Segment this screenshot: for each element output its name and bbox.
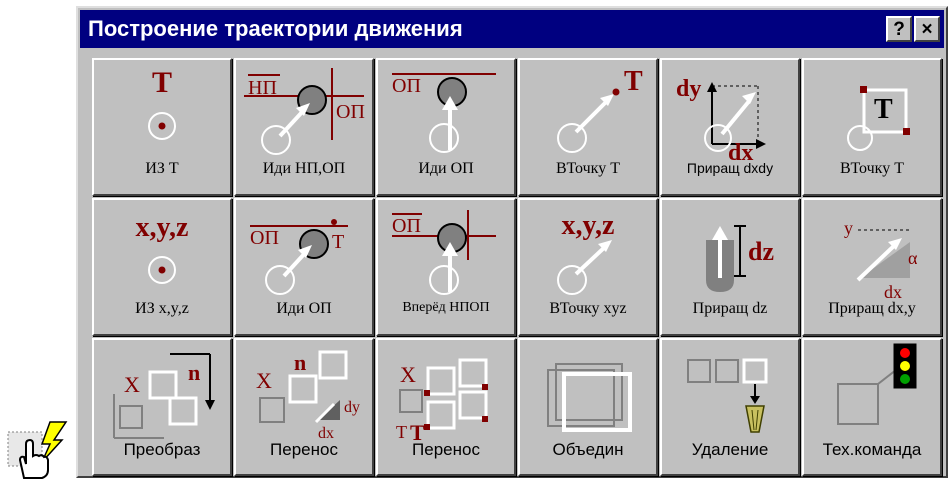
go-np-op-button[interactable]: НП ОП Иди НП,ОП [234,58,374,196]
button-label: Приращ dz [692,300,768,317]
svg-text:X: X [400,362,416,387]
merge-icon [547,363,632,432]
from-xyz-button[interactable]: x,y,z ИЗ x,y,z [92,198,232,336]
button-label: ВТочку xyz [549,300,627,317]
help-button[interactable]: ? [886,16,912,42]
go-np-op-icon: НП ОП [244,68,365,155]
increment-angle-icon: y α dx [844,218,918,300]
button-label: Приращ dxdy [686,160,774,176]
button-label: Приращ dx,y [828,300,916,317]
svg-text:x,y,z: x,y,z [562,210,615,241]
button-label: ИЗ Т [145,160,179,177]
to-point-xyz-icon: x,y,z [557,210,615,295]
to-point-t-button[interactable]: Т ВТочку Т [518,58,658,196]
increment-dxdy-icon: dy dx [676,76,766,160]
svg-text:dy: dy [676,76,701,102]
delete-button[interactable]: Удаление [660,338,800,476]
to-point-icon: Т [557,66,643,153]
button-label: Объедин [552,440,624,459]
button-label: Перенос [412,440,480,459]
increment-dxdy-button[interactable]: dy dx Приращ dxdy [660,58,800,196]
go-op-t-icon: ОП Т [250,219,348,295]
svg-text:Т: Т [874,94,893,125]
button-label: Иди ОП [418,160,474,177]
to-point-loop-icon: Т [847,86,910,151]
svg-text:n: n [294,350,306,375]
svg-text:Т: Т [332,231,344,253]
trajectory-dialog: Построение траектории движения ? × Т ИЗ … [76,6,948,478]
transform-icon: X n [113,353,215,439]
svg-text:α: α [908,248,918,268]
button-label: Преобраз [123,440,201,459]
go-op-icon: ОП [392,73,496,153]
go-op-t-button[interactable]: ОП Т Иди ОП [234,198,374,336]
point-target-icon: Т [148,66,176,140]
button-label: ВТочку Т [556,160,620,177]
move-points-icon: X Т Т [396,358,488,440]
button-label: Иди НП,ОП [262,160,346,177]
increment-dz-icon: dz [706,225,774,292]
button-label: Вперёд НПОП [402,300,490,315]
svg-text:dx: dx [728,140,753,160]
to-point-xyz-button[interactable]: x,y,z ВТочку xyz [518,198,658,336]
svg-text:Т: Т [624,66,643,97]
svg-text:x,y,z: x,y,z [136,212,189,243]
increment-dz-button[interactable]: dz Приращ dz [660,198,800,336]
button-label: Перенос [270,440,338,459]
button-label: ИЗ x,y,z [135,300,189,317]
forward-npop-button[interactable]: ОП Вперёд НПОП [376,198,516,336]
to-point-t-bold-button[interactable]: Т ВТочку Т [802,58,942,196]
svg-text:Т: Т [410,420,425,440]
close-button[interactable]: × [914,16,940,42]
delete-icon [687,358,768,433]
svg-text:X: X [256,368,272,393]
button-label: Удаление [691,440,769,459]
svg-text:dz: dz [748,237,774,266]
merge-button[interactable]: Объедин [518,338,658,476]
svg-text:ОП: ОП [336,101,365,123]
button-label: ВТочку Т [840,160,904,177]
svg-text:dx: dx [318,425,334,440]
move-increment-icon: X n dy dx [256,350,360,440]
move-increment-button[interactable]: X n dy dx Перенос [234,338,374,476]
forward-npop-icon: ОП [392,210,496,295]
svg-text:y: y [844,218,853,238]
svg-text:dx: dx [884,282,902,300]
hand-pointer-lightning-icon [7,421,68,479]
svg-text:ОП: ОП [250,227,279,249]
point-xyz-icon: x,y,z [136,212,189,284]
tech-command-button[interactable]: Тех.команда [802,338,942,476]
increment-dxy-button[interactable]: y α dx Приращ dx,y [802,198,942,336]
title-bar: Построение траектории движения ? × [80,10,944,48]
move-points-button[interactable]: X Т Т Перенос [376,338,516,476]
svg-text:n: n [188,360,200,385]
button-label: Иди ОП [276,300,332,317]
window-title: Построение траектории движения [88,16,463,41]
svg-text:Т: Т [396,422,407,440]
svg-text:ОП: ОП [392,215,421,237]
from-t-button[interactable]: Т ИЗ Т [92,58,232,196]
svg-text:X: X [124,372,140,397]
svg-text:ОП: ОП [392,75,421,97]
transform-button[interactable]: X n Преобраз [92,338,232,476]
traffic-light-icon [837,343,917,425]
button-label: Тех.команда [822,440,922,459]
glyph-t: Т [152,66,172,99]
go-op-button[interactable]: ОП Иди ОП [376,58,516,196]
svg-text:dy: dy [344,399,360,416]
